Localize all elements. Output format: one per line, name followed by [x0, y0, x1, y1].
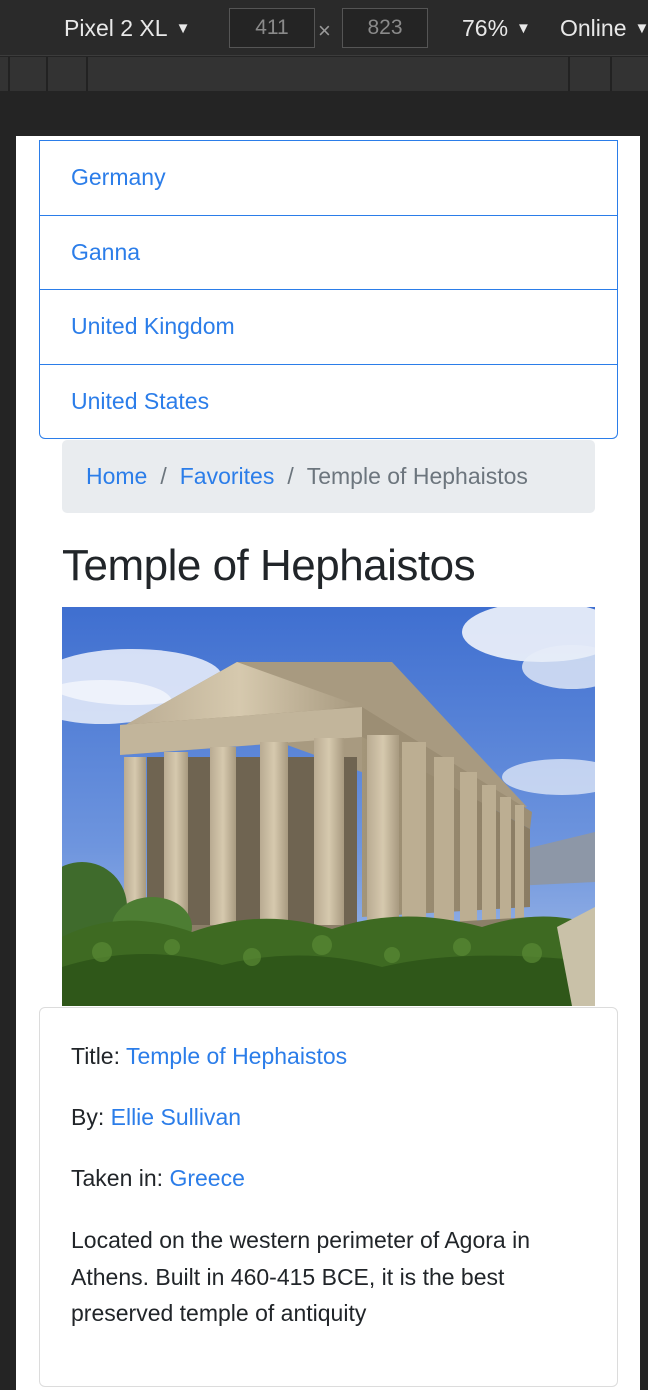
- breadcrumb-home-link[interactable]: Home: [86, 463, 147, 490]
- network-value: Online: [560, 14, 627, 41]
- device-viewport: Germany Ganna United Kingdom United Stat…: [16, 136, 640, 1390]
- ruler-segment: [612, 57, 648, 91]
- chevron-down-icon: ▼: [516, 19, 531, 37]
- zoom-value: 76%: [462, 14, 509, 41]
- author-link[interactable]: Ellie Sullivan: [111, 1104, 241, 1130]
- chevron-down-icon: ▼: [175, 19, 191, 37]
- detail-author: By: Ellie Sullivan: [71, 1104, 586, 1131]
- country-item-ganna[interactable]: Ganna: [40, 214, 617, 290]
- country-item-united-states[interactable]: United States: [40, 363, 617, 439]
- zoom-select[interactable]: 76% ▼: [462, 0, 531, 56]
- detail-location-label: Taken in:: [71, 1165, 170, 1191]
- photo-title-link[interactable]: Temple of Hephaistos: [126, 1043, 347, 1069]
- country-item-germany[interactable]: Germany: [40, 140, 617, 215]
- breadcrumb-separator: /: [160, 463, 167, 489]
- photo-description: Located on the western perimeter of Agor…: [71, 1227, 531, 1326]
- location-link[interactable]: Greece: [169, 1165, 244, 1191]
- ruler-segment: [0, 57, 10, 91]
- breadcrumb-favorites-link[interactable]: Favorites: [180, 463, 275, 490]
- temple-photo: [62, 607, 595, 1006]
- network-throttle-select[interactable]: Online ▼: [560, 0, 648, 56]
- ruler-segment: [48, 57, 88, 91]
- ruler-segment: [570, 57, 612, 91]
- device-select[interactable]: Pixel 2 XL ▼: [64, 0, 190, 56]
- page-title: Temple of Hephaistos: [62, 541, 476, 590]
- device-name: Pixel 2 XL: [64, 14, 168, 41]
- detail-location: Taken in: Greece: [71, 1165, 586, 1192]
- times-icon: ×: [318, 18, 331, 43]
- breadcrumb-current: Temple of Hephaistos: [306, 463, 528, 489]
- ruler-segment: [10, 57, 48, 91]
- detail-author-label: By:: [71, 1104, 111, 1130]
- viewport-height-input[interactable]: 823: [342, 8, 428, 48]
- chevron-down-icon: ▼: [634, 19, 648, 37]
- breadcrumb: Home / Favorites / Temple of Hephaistos: [62, 440, 595, 513]
- breadcrumb-separator: /: [287, 463, 294, 489]
- detail-title: Title: Temple of Hephaistos: [71, 1043, 586, 1070]
- country-item-united-kingdom[interactable]: United Kingdom: [40, 289, 617, 364]
- media-query-ruler[interactable]: [0, 57, 648, 91]
- viewport-width-input[interactable]: 411: [229, 8, 315, 48]
- country-list: Germany Ganna United Kingdom United Stat…: [39, 140, 618, 439]
- devtools-device-toolbar: Pixel 2 XL ▼ 411 × 823 76% ▼ Online ▼: [0, 0, 648, 56]
- photo-details-card: Title: Temple of Hephaistos By: Ellie Su…: [39, 1007, 618, 1387]
- detail-title-label: Title:: [71, 1043, 126, 1069]
- ruler-segment: [88, 57, 570, 91]
